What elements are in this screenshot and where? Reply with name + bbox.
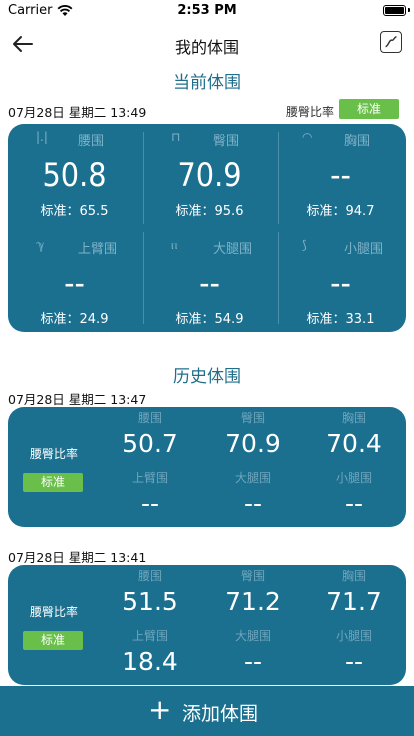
cell-value: -- xyxy=(199,264,220,302)
history-record-card[interactable]: 腰臀比率 标准 腰围 51.5 臀围 71.2 胸围 71.7 上臂围 18.4… xyxy=(8,565,406,685)
cell-label: 腰围 xyxy=(137,411,162,425)
current-section-title: 当前体围 xyxy=(173,73,241,93)
cell-label: 大腿围 xyxy=(234,629,271,643)
ratio-panel: 腰臀比率 标准 xyxy=(8,565,100,685)
cell-value: 18.4 xyxy=(122,647,178,676)
upper-arm-cell: ℽ 上臂围 -- 标准：24.9 xyxy=(8,232,141,332)
cell-value: 51.5 xyxy=(122,587,178,616)
hip-cell: 臀围 70.9 xyxy=(203,409,303,461)
cell-value: -- xyxy=(330,156,351,194)
cell-label: 胸围 xyxy=(341,569,366,583)
cell-label: 上臂围 xyxy=(131,629,168,643)
calf-cell: ⟆ 小腿围 -- 标准：33.1 xyxy=(274,232,407,332)
waist-icon: |.| xyxy=(36,130,48,144)
cell-standard: 标准：33.1 xyxy=(306,312,375,327)
cell-label: 大腿围 xyxy=(213,242,253,257)
upper-arm-cell: 上臂围 18.4 xyxy=(100,627,200,679)
history-date: 07月28日 星期二 13:47 xyxy=(8,392,147,407)
thigh-cell: 大腿围 -- xyxy=(203,469,303,521)
battery-tip xyxy=(408,8,410,12)
history-record-card[interactable]: 腰臀比率 标准 腰围 50.7 臀围 70.9 胸围 70.4 上臂围 -- 大… xyxy=(8,407,406,527)
arm-icon: ℽ xyxy=(36,238,45,252)
cell-label: 臀围 xyxy=(240,569,265,583)
ratio-label: 腰臀比率 xyxy=(29,447,78,461)
cell-value: 70.9 xyxy=(177,156,242,194)
cell-value: -- xyxy=(64,264,85,302)
nav-bar: 我的体围 xyxy=(0,22,414,66)
history-section-title: 历史体围 xyxy=(173,367,241,387)
trend-chart-icon[interactable] xyxy=(380,31,402,53)
cell-value: -- xyxy=(243,647,263,676)
cell-label: 小腿围 xyxy=(335,471,372,485)
ratio-badge: 标准 xyxy=(23,631,83,650)
cell-standard: 标准：95.6 xyxy=(175,204,244,219)
cell-label: 胸围 xyxy=(344,134,371,149)
add-measurement-label: 添加体围 xyxy=(182,703,259,725)
cell-label: 小腿围 xyxy=(335,629,372,643)
current-ratio-label: 腰臀比率 xyxy=(285,105,334,119)
cell-standard: 标准：54.9 xyxy=(175,312,244,327)
calf-icon: ⟆ xyxy=(302,238,307,252)
ratio-label: 腰臀比率 xyxy=(29,605,78,619)
hip-icon: ⊓ xyxy=(171,130,181,144)
waist-cell: |.| 腰围 50.8 标准：65.5 xyxy=(8,124,141,228)
add-measurement-button[interactable]: + 添加体围 xyxy=(0,686,414,736)
thigh-cell: ⲡ 大腿围 -- 标准：54.9 xyxy=(143,232,276,332)
status-bar: Carrier 2:53 PM xyxy=(0,0,414,22)
cell-value: -- xyxy=(330,264,351,302)
hip-cell: ⊓ 臀围 70.9 标准：95.6 xyxy=(143,124,276,228)
calf-cell: 小腿围 -- xyxy=(304,627,404,679)
cell-value: 70.9 xyxy=(225,429,281,458)
history-date: 07月28日 星期二 13:41 xyxy=(8,550,147,565)
cell-value: -- xyxy=(243,489,263,518)
chest-cell: 胸围 71.7 xyxy=(304,567,404,619)
hip-cell: 臀围 71.2 xyxy=(203,567,303,619)
ratio-panel: 腰臀比率 标准 xyxy=(8,407,100,527)
waist-cell: 腰围 50.7 xyxy=(100,409,200,461)
cell-value: 50.7 xyxy=(122,429,178,458)
waist-cell: 腰围 51.5 xyxy=(100,567,200,619)
cell-value: 71.7 xyxy=(326,587,382,616)
chest-icon: ◠ xyxy=(302,130,313,144)
cell-standard: 标准：65.5 xyxy=(40,204,109,219)
plus-icon: + xyxy=(148,693,172,726)
calf-cell: 小腿围 -- xyxy=(304,469,404,521)
cell-label: 小腿围 xyxy=(344,242,384,257)
current-date: 07月28日 星期二 13:49 xyxy=(8,105,147,120)
cell-label: 胸围 xyxy=(341,411,366,425)
thigh-icon: ⲡ xyxy=(171,238,178,252)
thigh-cell: 大腿围 -- xyxy=(203,627,303,679)
cell-label: 臀围 xyxy=(213,134,240,149)
cell-value: 50.8 xyxy=(42,156,107,194)
cell-value: 71.2 xyxy=(225,587,281,616)
upper-arm-cell: 上臂围 -- xyxy=(100,469,200,521)
cell-standard: 标准：24.9 xyxy=(40,312,109,327)
cell-value: -- xyxy=(140,489,160,518)
cell-label: 腰围 xyxy=(137,569,162,583)
chest-cell: ◠ 胸围 -- 标准：94.7 xyxy=(274,124,407,228)
status-time: 2:53 PM xyxy=(177,3,237,18)
cell-label: 上臂围 xyxy=(78,242,118,257)
cell-standard: 标准：94.7 xyxy=(306,204,375,219)
chest-cell: 胸围 70.4 xyxy=(304,409,404,461)
ratio-badge: 标准 xyxy=(23,473,83,492)
cell-label: 腰围 xyxy=(78,134,105,149)
cell-label: 上臂围 xyxy=(131,471,168,485)
cell-value: -- xyxy=(344,489,364,518)
cell-value: 70.4 xyxy=(326,429,382,458)
cell-label: 大腿围 xyxy=(234,471,271,485)
cell-label: 臀围 xyxy=(240,411,265,425)
current-measurement-card[interactable]: |.| 腰围 50.8 标准：65.5 ⊓ 臀围 70.9 标准：95.6 ◠ 胸围 … xyxy=(8,124,406,332)
current-ratio-badge: 标准 xyxy=(339,99,399,119)
battery-icon xyxy=(383,5,406,16)
page-title: 我的体围 xyxy=(174,38,239,57)
cell-value: -- xyxy=(344,647,364,676)
